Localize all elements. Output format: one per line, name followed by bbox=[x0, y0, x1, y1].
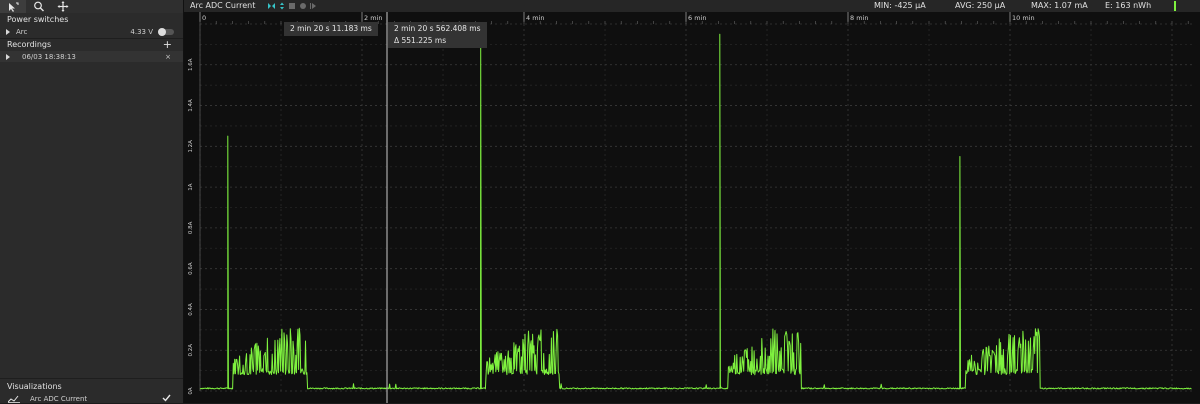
y-axis: 0A 0.2A 0.4A 0.6A 0.8A 1A 1.2A 1.4A 1.6A bbox=[188, 24, 201, 395]
add-recording-button[interactable]: + bbox=[163, 39, 172, 50]
toolbar bbox=[0, 0, 183, 13]
visualization-name: Arc ADC Current bbox=[30, 394, 88, 403]
grid bbox=[199, 23, 1192, 392]
expand-icon[interactable] bbox=[6, 28, 10, 35]
y-tick-label: 0A bbox=[188, 387, 194, 394]
playback-controls bbox=[268, 2, 316, 10]
left-cursor-label: 2 min 20 s 11.183 ms bbox=[284, 22, 378, 36]
power-switch-name: Arc bbox=[16, 27, 28, 36]
stop-icon[interactable] bbox=[289, 3, 295, 9]
plot-title: Arc ADC Current bbox=[190, 1, 256, 10]
x-tick-label: 10 min bbox=[1012, 14, 1035, 22]
search-icon bbox=[34, 1, 44, 12]
sort-icon[interactable] bbox=[280, 2, 284, 10]
current-trace bbox=[199, 33, 1192, 390]
y-tick-label: 1.2A bbox=[188, 140, 194, 153]
right-cursor-time: 2 min 20 s 562.408 ms bbox=[394, 24, 481, 33]
y-tick-label: 1A bbox=[188, 183, 194, 190]
stat-max: MAX: 1.07 mA bbox=[1031, 1, 1088, 10]
x-tick-label: 8 min bbox=[850, 14, 868, 22]
pan-tool-button[interactable] bbox=[50, 0, 76, 13]
x-tick-label: 6 min bbox=[688, 14, 706, 22]
y-tick-label: 1.6A bbox=[188, 58, 194, 71]
checkmark-icon[interactable] bbox=[162, 394, 171, 402]
move-icon bbox=[57, 1, 69, 12]
current-chart[interactable]: 0 2 min 4 min 6 min 8 min 10 min 0A 0.2A 0.4A 0.… bbox=[184, 12, 1200, 403]
zoom-tool-button[interactable] bbox=[26, 0, 52, 13]
pointer-tool-button[interactable] bbox=[0, 0, 26, 13]
y-tick-label: 1.4A bbox=[188, 99, 194, 112]
plot-header: Arc ADC Current MIN: -425 µA AVG: 250 µA… bbox=[184, 0, 1200, 12]
recording-close-button[interactable]: × bbox=[165, 53, 171, 61]
power-switch-toggle[interactable] bbox=[158, 28, 174, 36]
cursor-delta: Δ 551.225 ms bbox=[394, 36, 447, 45]
stat-energy: E: 163 nWh bbox=[1105, 1, 1152, 10]
recording-name: 06/03 18:38:13 bbox=[22, 52, 76, 61]
play-icon[interactable] bbox=[6, 53, 10, 60]
x-tick-label: 4 min bbox=[526, 14, 544, 22]
trace-color-marker bbox=[1174, 1, 1176, 11]
y-tick-label: 0.8A bbox=[188, 221, 194, 234]
pointer-icon bbox=[9, 2, 19, 12]
step-icon[interactable] bbox=[268, 3, 275, 9]
stat-avg: AVG: 250 µA bbox=[955, 1, 1006, 10]
y-tick-label: 0.6A bbox=[188, 262, 194, 275]
power-switch-voltage: 4.33 V bbox=[130, 27, 153, 36]
visualization-row[interactable]: Arc ADC Current bbox=[0, 393, 183, 404]
divider bbox=[0, 38, 183, 39]
skip-icon[interactable] bbox=[310, 3, 316, 9]
power-switches-title: Power switches bbox=[7, 15, 69, 24]
power-switch-row[interactable]: Arc 4.33 V bbox=[0, 26, 183, 37]
y-tick-label: 0.4A bbox=[188, 303, 194, 316]
recording-row[interactable]: 06/03 18:38:13 × bbox=[0, 51, 183, 62]
visualizations-title: Visualizations bbox=[7, 382, 62, 391]
side-panel: Power switches Arc 4.33 V Recordings + 0… bbox=[0, 0, 184, 403]
x-tick-label: 0 bbox=[202, 14, 206, 22]
divider bbox=[0, 378, 183, 379]
recordings-title: Recordings bbox=[7, 40, 52, 49]
right-cursor-label: 2 min 20 s 562.408 ms Δ 551.225 ms bbox=[388, 22, 487, 48]
record-icon[interactable] bbox=[300, 3, 306, 9]
stat-min: MIN: -425 µA bbox=[874, 1, 926, 10]
y-tick-label: 0.2A bbox=[188, 344, 194, 357]
x-tick-label: 2 min bbox=[364, 14, 382, 22]
plot-area[interactable]: 0 2 min 4 min 6 min 8 min 10 min 0A 0.2A 0.4A 0.… bbox=[184, 12, 1200, 403]
line-chart-icon bbox=[8, 395, 20, 403]
